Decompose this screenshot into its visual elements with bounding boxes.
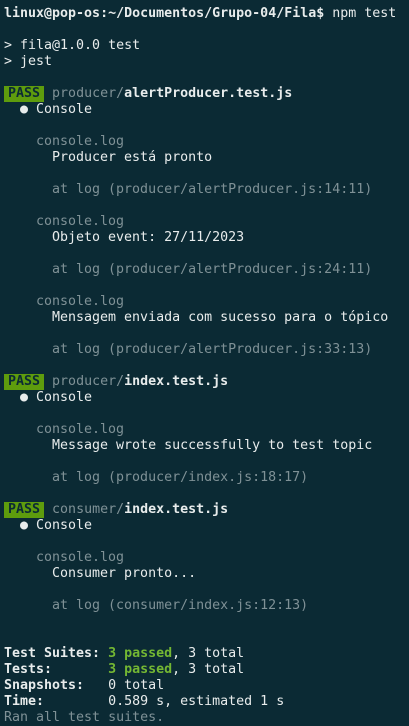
pass-badge: PASS [4,502,45,518]
test-file-name: index.test.js [124,502,229,517]
summary-tests: Tests: 3 passed, 3 total [4,662,409,678]
test-suite-header: PASS producer/alertProducer.test.js [4,86,409,102]
log-location: at log (producer/alertProducer.js:33:13) [52,342,373,357]
total-count: , 3 total [172,662,245,677]
passed-count: 3 passed [108,662,173,677]
total-count: , 3 total [172,646,245,661]
log-location: at log (producer/alertProducer.js:14:11) [52,182,373,197]
summary-time: Time: 0.589 s, estimated 1 s [4,694,409,710]
log-location: at log (consumer/index.js:12:13) [52,598,309,613]
console-heading: ● Console [20,102,93,117]
test-file-dir: consumer/ [52,502,125,517]
summary-label: Tests: [4,662,53,677]
test-suite-header: PASS producer/index.test.js [4,374,409,390]
time-value: 0.589 s, estimated 1 s [108,694,285,709]
log-message: Consumer pronto... [52,566,197,581]
console-log-label: console.log [36,294,125,309]
npm-script-line: > fila@1.0.0 test [4,38,141,53]
console-heading: ● Console [20,518,93,533]
log-location: at log (producer/alertProducer.js:24:11) [52,262,373,277]
test-file-name: index.test.js [124,374,229,389]
summary-label: Snapshots: [4,678,85,693]
console-log-label: console.log [36,214,125,229]
log-message: Objeto event: 27/11/2023 [52,230,245,245]
summary-snapshots: Snapshots: 0 total [4,678,409,694]
console-log-label: console.log [36,422,125,437]
console-log-label: console.log [36,134,125,149]
summary-label: Time: [4,694,45,709]
summary-label: Test Suites: [4,646,101,661]
passed-count: 3 passed [108,646,173,661]
command-prompt-line: linux@pop-os:~/Documentos/Grupo-04/Fila$… [4,6,409,22]
console-heading: ● Console [20,390,93,405]
terminal-output[interactable]: < linux@pop-os:~/Documentos/Grupo-04/Fil… [4,0,409,726]
test-file-name: alertProducer.test.js [124,86,293,101]
console-log-label: console.log [36,550,125,565]
npm-script-line: > jest [4,54,53,69]
summary-test-suites: Test Suites: 3 passed, 3 total [4,646,409,662]
ran-all-message: Ran all test suites. [4,710,165,725]
pass-badge: PASS [4,86,45,102]
prompt-path: :~/Documentos/Grupo-04/Fila$ [100,6,325,21]
log-message: Mensagem enviada com sucesso para o tópi… [52,310,389,325]
test-file-dir: producer/ [52,86,125,101]
prompt-user: linux@pop-os [4,6,101,21]
test-suite-header: PASS consumer/index.test.js [4,502,409,518]
test-file-dir: producer/ [52,374,125,389]
log-message: Producer está pronto [52,150,213,165]
snapshots-value: 0 total [108,678,165,693]
prompt-command: npm test [324,6,397,21]
pass-badge: PASS [4,374,45,390]
log-message: Message wrote successfully to test topic [52,438,373,453]
log-location: at log (producer/index.js:18:17) [52,470,309,485]
